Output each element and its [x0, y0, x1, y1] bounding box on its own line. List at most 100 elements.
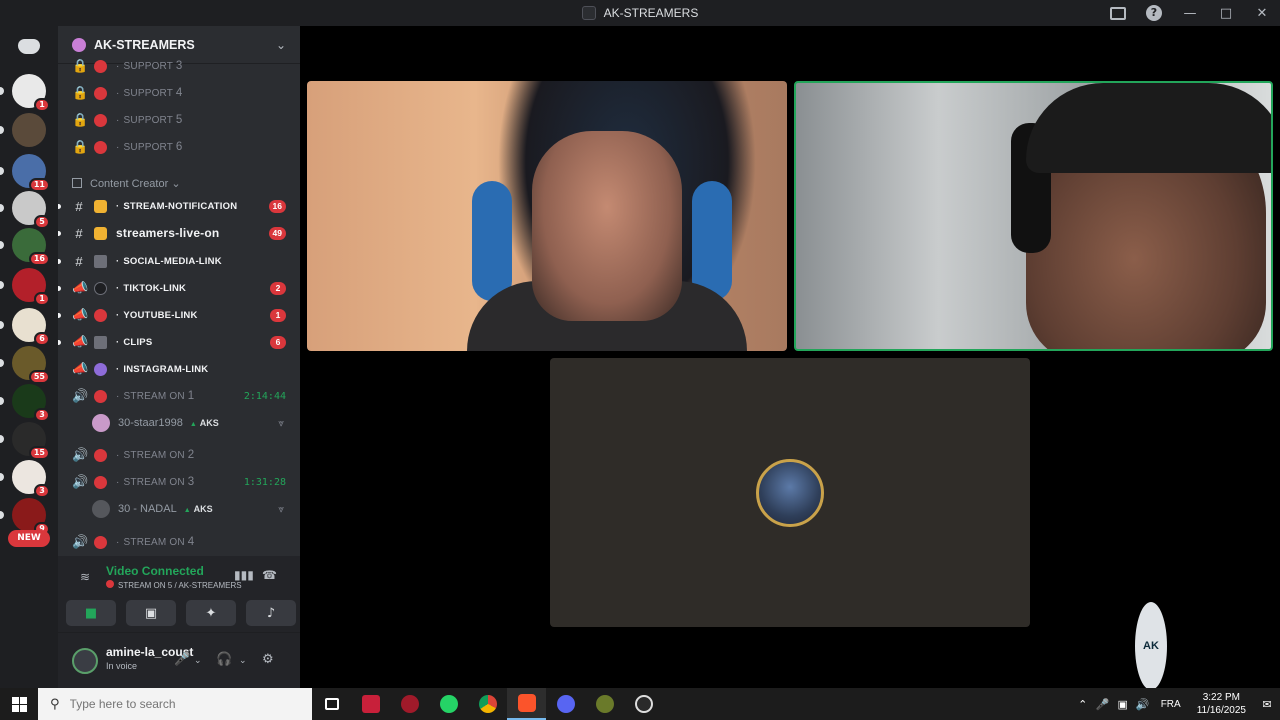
server-icon[interactable]: 11: [12, 154, 50, 192]
start-button[interactable]: [0, 688, 38, 720]
mention-count: 6: [270, 335, 286, 349]
channel-instagram-link[interactable]: 📣 · INSTAGRAM-LINK: [58, 357, 300, 381]
camera-button[interactable]: ■: [66, 600, 116, 626]
soundboard-button[interactable]: ♪: [246, 600, 296, 626]
obs-icon[interactable]: [624, 688, 663, 720]
search-input[interactable]: [69, 697, 290, 711]
voice-channel-stream-on-1[interactable]: 🔊 · STREAM ON 1 2:14:44: [58, 384, 300, 408]
server-unread-indicator: [0, 359, 4, 367]
server-icon[interactable]: 1: [12, 268, 50, 306]
new-badge[interactable]: NEW: [8, 530, 50, 547]
voice-channel-stream-on-2[interactable]: 🔊 · STREAM ON 2: [58, 443, 300, 467]
server-icon[interactable]: 16: [12, 228, 50, 266]
inbox-icon[interactable]: [1100, 0, 1136, 26]
server-icon[interactable]: 3: [12, 460, 50, 498]
channel-youtube-link[interactable]: 📣 · YOUTUBE-LINK 1: [58, 303, 300, 327]
channel-label: · SOCIAL-MEDIA-LINK: [116, 255, 222, 267]
channel-label: · TIKTOK-LINK: [116, 282, 187, 294]
category-content-creator[interactable]: Content Creator ⌄: [72, 177, 181, 190]
discord-home-icon[interactable]: [13, 34, 45, 58]
headphones-icon[interactable]: 🎧: [216, 652, 232, 667]
chevron-down-icon[interactable]: ⌄: [276, 38, 286, 52]
notification-icon[interactable]: ✉: [1254, 698, 1280, 711]
voice-location[interactable]: STREAM ON 5 / AK-STREAMERS: [106, 580, 242, 590]
channel-clips[interactable]: 📣 · CLIPS 6: [58, 330, 300, 354]
close-button[interactable]: ✕: [1244, 0, 1280, 26]
brave-icon[interactable]: [507, 688, 546, 720]
screen-share-button[interactable]: ▣: [126, 600, 176, 626]
signal-icon[interactable]: ≋: [80, 570, 90, 584]
clock-date: 11/16/2025: [1196, 705, 1246, 716]
server-name: AK-STREAMERS: [94, 37, 195, 52]
clapper-icon: [94, 254, 107, 268]
server-icon[interactable]: 9: [12, 498, 50, 536]
volume-icon[interactable]: 🔊: [1133, 698, 1153, 711]
user-avatar[interactable]: [72, 648, 98, 674]
gear-icon[interactable]: ⚙: [262, 652, 274, 667]
clock[interactable]: 3:22 PM 11/16/2025: [1197, 691, 1246, 717]
channel-label: · STREAM ON 3: [116, 476, 195, 488]
channel-stream-notification[interactable]: # · STREAM-NOTIFICATION 16: [58, 194, 300, 218]
voice-channel-stream-on-4[interactable]: 🔊 · STREAM ON 4: [58, 530, 300, 554]
task-view-icon[interactable]: [312, 688, 351, 720]
microphone-icon[interactable]: 🎤: [1093, 698, 1113, 711]
server-icon[interactable]: 55: [12, 346, 50, 384]
lock-icon: 🔒: [72, 112, 89, 127]
video-tile-avatar[interactable]: [550, 358, 1030, 627]
windows-taskbar: ⚲ ⌃ 🎤 ▣ 🔊 FRA 3:22 PM 11/16/2025 ✉: [0, 688, 1280, 720]
server-icon[interactable]: 15: [12, 422, 50, 460]
server-icon[interactable]: 6: [12, 308, 50, 346]
channel-label: · SUPPORT 5: [116, 114, 183, 126]
clapper-icon: [94, 335, 107, 349]
server-icon[interactable]: [12, 113, 46, 147]
channel-social-media-link[interactable]: # · SOCIAL-MEDIA-LINK: [58, 249, 300, 273]
disconnect-icon[interactable]: ☎: [262, 568, 277, 582]
voice-member[interactable]: 30 - NADAL AKS ⩔: [92, 497, 292, 521]
video-tile-speaking[interactable]: [794, 81, 1273, 351]
soundboard-icon: ♪: [266, 605, 276, 621]
lock-icon: 🔒: [72, 139, 89, 154]
server-boost-icon: [72, 37, 86, 52]
no-entry-icon: [94, 59, 107, 73]
channel-streamers-live-on[interactable]: # streamers-live-on 49: [58, 221, 300, 245]
microphone-icon[interactable]: 🎤: [174, 652, 190, 667]
unread-indicator: [58, 312, 61, 318]
app-icon[interactable]: [585, 688, 624, 720]
channel-label: · INSTAGRAM-LINK: [116, 363, 209, 375]
unread-indicator: [58, 285, 61, 291]
taskbar-search[interactable]: ⚲: [38, 688, 312, 720]
noise-suppression-icon[interactable]: ▮▮▮: [234, 568, 254, 582]
recorder-app-icon[interactable]: [351, 688, 390, 720]
whatsapp-icon[interactable]: [429, 688, 468, 720]
search-icon: ⚲: [50, 696, 60, 712]
minimize-button[interactable]: —: [1172, 0, 1208, 26]
help-icon[interactable]: ?: [1136, 0, 1172, 26]
hashtag-icon: #: [75, 198, 83, 214]
voice-connected-status[interactable]: Video Connected: [106, 564, 204, 578]
voice-member[interactable]: 30-staar1998 AKS ⩔: [92, 411, 292, 435]
language-indicator[interactable]: FRA: [1161, 699, 1181, 710]
voice-channel-stream-on-3[interactable]: 🔊 · STREAM ON 3 1:31:28: [58, 470, 300, 494]
server-icon[interactable]: 1: [12, 74, 50, 112]
activities-button[interactable]: ✦: [186, 600, 236, 626]
window-title: AK-STREAMERS: [581, 6, 698, 20]
game-app-icon[interactable]: [390, 688, 429, 720]
discord-taskbar-icon[interactable]: [546, 688, 585, 720]
maximize-button[interactable]: □: [1208, 0, 1244, 26]
network-icon[interactable]: ▣: [1113, 698, 1133, 711]
mention-count: 2: [270, 281, 286, 295]
channel-support-6[interactable]: 🔒 · SUPPORT 6: [58, 135, 300, 159]
chevron-down-icon[interactable]: ⌄: [239, 656, 247, 666]
channel-support-4[interactable]: 🔒 · SUPPORT 4: [58, 81, 300, 105]
chevron-down-icon[interactable]: ⌄: [194, 656, 202, 666]
chrome-icon[interactable]: [468, 688, 507, 720]
server-icon[interactable]: 3: [12, 384, 50, 422]
chevron-up-icon[interactable]: ⌃: [1073, 698, 1093, 711]
activities-icon: ✦: [205, 605, 217, 621]
server-icon[interactable]: 5: [12, 191, 50, 229]
channel-support-5[interactable]: 🔒 · SUPPORT 5: [58, 108, 300, 132]
video-tile[interactable]: [307, 81, 787, 351]
channel-tiktok-link[interactable]: 📣 · TIKTOK-LINK 2: [58, 276, 300, 300]
channel-support-3[interactable]: 🔒 · SUPPORT 3: [58, 54, 300, 78]
server-unread-indicator: [0, 87, 4, 95]
